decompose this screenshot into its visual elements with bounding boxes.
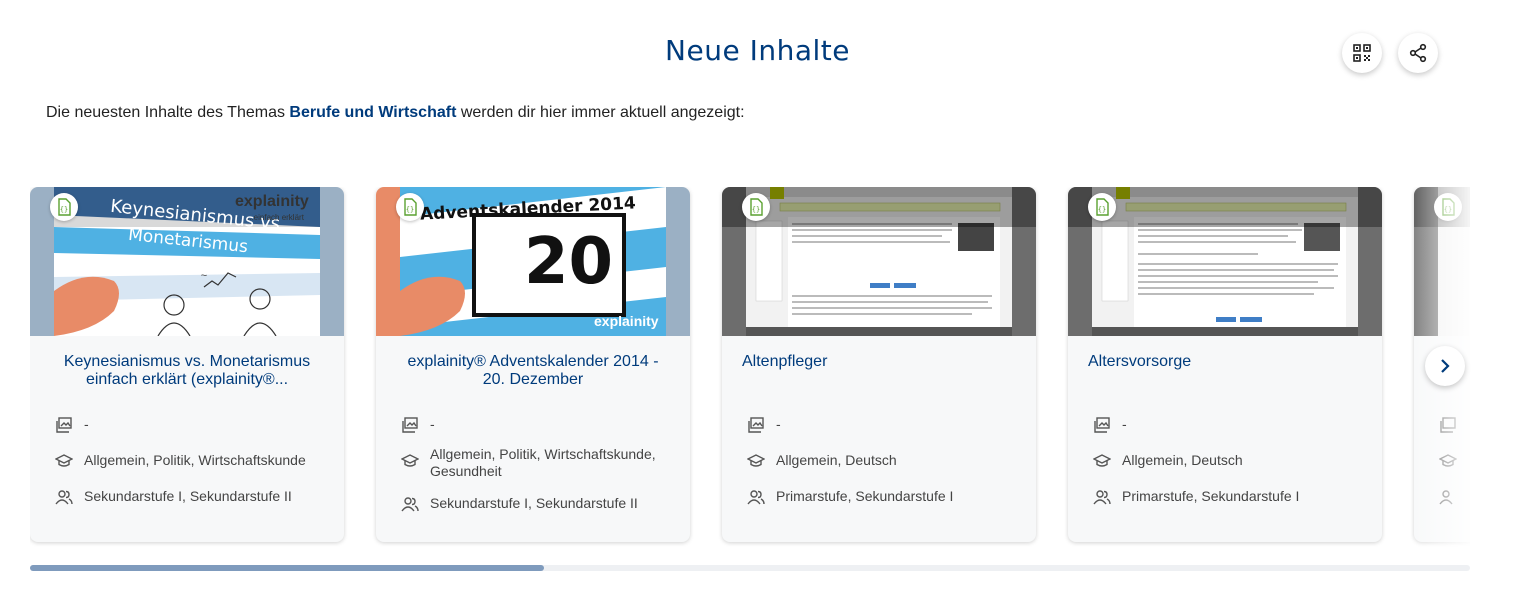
svg-text:{}: {} bbox=[60, 206, 68, 214]
people-icon bbox=[401, 497, 419, 512]
content-type-badge: {} bbox=[742, 193, 770, 221]
svg-text:{}: {} bbox=[1098, 206, 1106, 214]
collection-icon bbox=[56, 417, 72, 433]
graduation-cap-icon bbox=[55, 454, 73, 467]
content-type-badge: {} bbox=[50, 193, 78, 221]
card-subjects: Allgemein, Deutsch bbox=[1092, 452, 1362, 470]
intro-text: Die neuesten Inhalte des Themas Berufe u… bbox=[46, 104, 745, 121]
topic-name: Berufe und Wirtschaft bbox=[289, 104, 457, 121]
card-thumbnail: {} bbox=[1068, 187, 1382, 336]
thumb-brand: explainity bbox=[235, 193, 309, 210]
card-levels: Primarstufe, Sekundarstufe I bbox=[746, 488, 1016, 506]
card-levels: Sekundarstufe I, Sekundarstufe II bbox=[400, 495, 670, 513]
card-collection: - bbox=[1092, 416, 1362, 434]
card-collection: - bbox=[400, 416, 670, 434]
card-thumbnail: Adventskalender 2014 20 explainity {} bbox=[376, 187, 690, 336]
card-title[interactable]: Keynesianismus vs. Monetarismus einfach … bbox=[50, 353, 324, 389]
card-subjects: Allgemein, Politik, Wirtschaftskunde, Ge… bbox=[400, 446, 670, 480]
card-collection: - bbox=[54, 416, 324, 434]
people-icon bbox=[747, 490, 765, 505]
file-code-icon: {} bbox=[58, 198, 71, 216]
carousel-next-button[interactable] bbox=[1425, 346, 1465, 386]
content-card[interactable]: ~ Keynesianismus vs. Monetarismus explai… bbox=[30, 187, 344, 542]
share-button[interactable] bbox=[1398, 33, 1438, 73]
chevron-right-icon bbox=[1441, 359, 1450, 373]
page-title: Neue Inhalte bbox=[665, 34, 850, 67]
content-carousel: ~ Keynesianismus vs. Monetarismus explai… bbox=[30, 187, 1470, 547]
content-card[interactable]: Adventskalender 2014 20 explainity {} ex… bbox=[376, 187, 690, 542]
share-icon bbox=[1409, 43, 1427, 63]
thumb-brand: explainity bbox=[594, 313, 659, 329]
qr-code-icon bbox=[1353, 44, 1371, 62]
svg-text:{}: {} bbox=[752, 206, 760, 214]
collection-icon bbox=[748, 417, 764, 433]
card-subjects: Allgemein, Deutsch bbox=[746, 452, 1016, 470]
svg-text:~: ~ bbox=[201, 270, 207, 282]
file-code-icon: {} bbox=[750, 198, 763, 216]
content-card[interactable]: {} Altersvorsorge - Allgemein, Deutsch P… bbox=[1068, 187, 1382, 542]
graduation-cap-icon bbox=[401, 454, 419, 467]
content-card[interactable]: {} Altenpfleger - Allgemein, Deutsch Pri… bbox=[722, 187, 1036, 542]
graduation-cap-icon bbox=[1093, 454, 1111, 467]
content-type-badge: {} bbox=[1088, 193, 1116, 221]
card-thumbnail: ~ Keynesianismus vs. Monetarismus explai… bbox=[30, 187, 344, 336]
thumb-tagline: ...einfach erklärt bbox=[247, 213, 304, 222]
graduation-cap-icon bbox=[747, 454, 765, 467]
people-icon bbox=[1093, 490, 1111, 505]
card-levels: Primarstufe, Sekundarstufe I bbox=[1092, 488, 1362, 506]
file-code-icon: {} bbox=[404, 198, 417, 216]
people-icon bbox=[55, 490, 73, 505]
file-code-icon: {} bbox=[1096, 198, 1109, 216]
card-title[interactable]: Altersvorsorge bbox=[1088, 353, 1362, 371]
qr-code-button[interactable] bbox=[1342, 33, 1382, 73]
card-title[interactable]: explainity® Adventskalender 2014 - 20. D… bbox=[396, 353, 670, 389]
content-type-badge: {} bbox=[396, 193, 424, 221]
collection-icon bbox=[1094, 417, 1110, 433]
card-subjects: Allgemein, Politik, Wirtschaftskunde bbox=[54, 452, 324, 470]
collection-icon bbox=[402, 417, 418, 433]
carousel-scroll-thumb[interactable] bbox=[30, 565, 544, 571]
card-collection: - bbox=[746, 416, 1016, 434]
card-title[interactable]: Altenpfleger bbox=[742, 353, 1016, 371]
card-levels: Sekundarstufe I, Sekundarstufe II bbox=[54, 488, 324, 506]
svg-text:{}: {} bbox=[406, 206, 414, 214]
thumb-big-number: 20 bbox=[524, 225, 614, 299]
card-thumbnail: {} bbox=[722, 187, 1036, 336]
